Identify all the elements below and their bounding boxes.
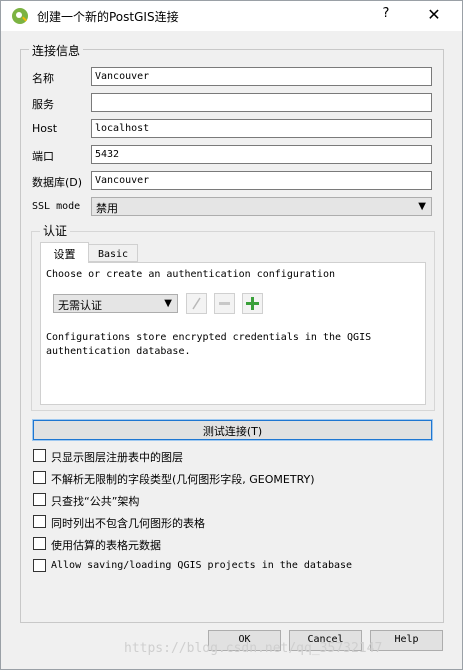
context-help-button[interactable]: ? [373,6,399,26]
new-postgis-connection-dialog: 创建一个新的PostGIS连接 ? ✕ 连接信息 名称 Vancouver 服务… [0,0,463,670]
auth-config-value: 无需认证 [58,299,102,312]
help-button[interactable]: Help [370,630,443,651]
chevron-down-icon: ▼ [164,298,172,309]
service-field[interactable] [91,93,432,112]
option-label: 不解析无限制的字段类型(几何图形字段, GEOMETRY) [51,473,315,486]
ssl-mode-select[interactable]: 禁用 ▼ [91,197,432,216]
database-field[interactable]: Vancouver [91,171,432,190]
checkbox[interactable] [33,493,46,506]
title-bar: 创建一个新的PostGIS连接 ? ✕ [1,1,462,31]
auth-note-line-1: Configurations store encrypted credentia… [46,332,372,343]
plus-icon [246,297,259,310]
tab-basic[interactable]: Basic [89,244,138,262]
host-label: Host [32,122,58,135]
close-button[interactable]: ✕ [419,5,449,27]
port-label: 端口 [32,150,54,163]
name-label: 名称 [32,72,54,85]
pencil-icon [192,297,201,310]
choose-config-text: Choose or create an authentication confi… [46,269,335,280]
test-connection-button[interactable]: 测试连接(T) [32,419,433,441]
service-label: 服务 [32,98,54,111]
minus-icon [219,302,230,305]
database-label: 数据库(D) [32,176,83,189]
checkbox[interactable] [33,449,46,462]
add-config-button[interactable] [242,293,263,314]
remove-config-button[interactable] [214,293,235,314]
ssl-mode-label: SSL mode [32,201,81,212]
auth-note-line-2: authentication database. [46,346,191,357]
name-field[interactable]: Vancouver [91,67,432,86]
tab-settings[interactable]: 设置 [40,242,89,263]
option-label: 只显示图层注册表中的图层 [51,451,183,464]
option-label: Allow saving/loading QGIS projects in th… [51,560,353,571]
port-field[interactable]: 5432 [91,145,432,164]
qgis-logo-icon [12,8,28,24]
auth-config-select[interactable]: 无需认证 ▼ [53,294,178,313]
connection-info-title: 连接信息 [29,42,84,59]
ssl-mode-value: 禁用 [96,202,118,215]
edit-config-button[interactable] [186,293,207,314]
option-label: 同时列出不包含几何图形的表格 [51,517,205,530]
checkbox[interactable] [33,559,46,572]
checkbox[interactable] [33,537,46,550]
chevron-down-icon: ▼ [418,201,426,212]
checkbox[interactable] [33,471,46,484]
checkbox[interactable] [33,515,46,528]
host-field[interactable]: localhost [91,119,432,138]
cancel-button[interactable]: Cancel [289,630,362,651]
ok-button[interactable]: OK [208,630,281,651]
option-label: 使用估算的表格元数据 [51,539,161,552]
window-title: 创建一个新的PostGIS连接 [37,10,179,24]
option-label: 只查找“公共”架构 [51,495,140,508]
authentication-title: 认证 [40,222,71,239]
